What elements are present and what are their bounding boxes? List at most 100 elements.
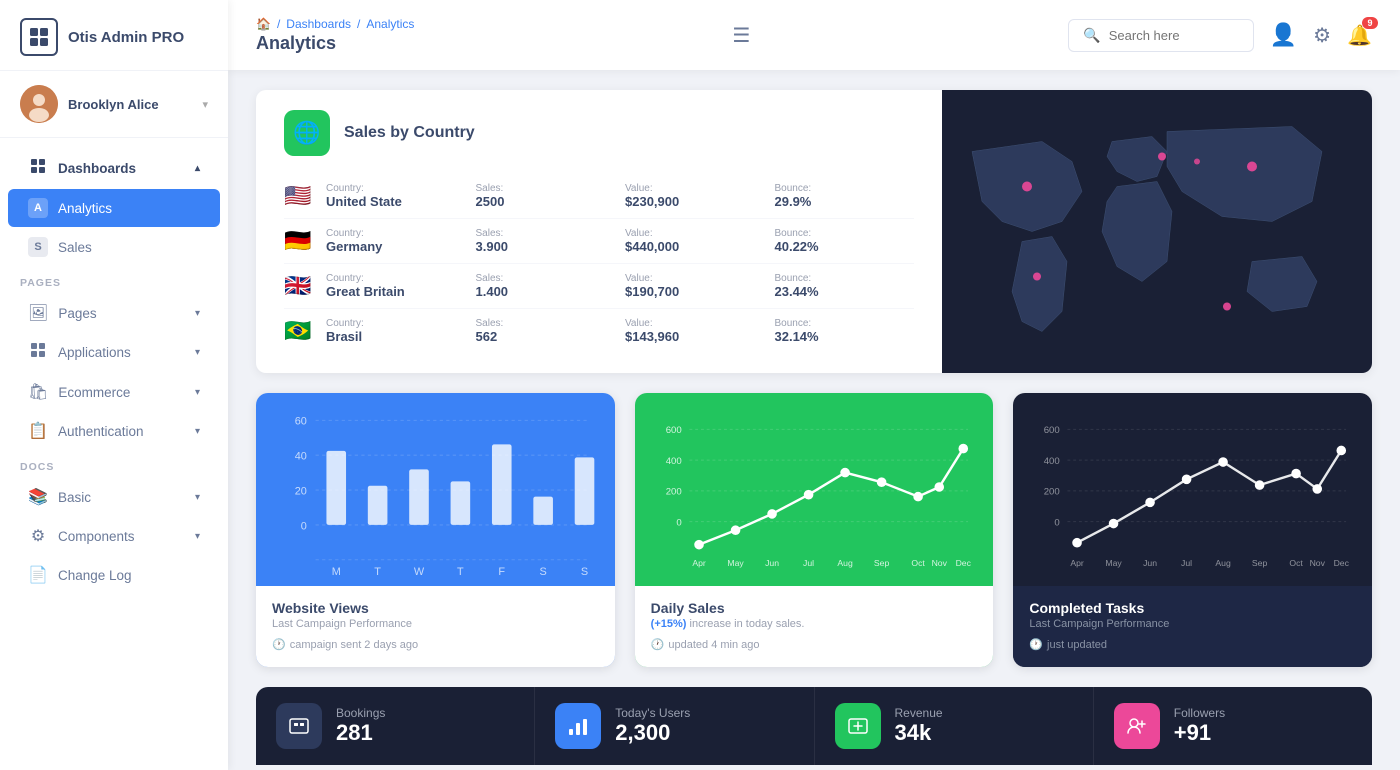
stat-text: Followers +91 xyxy=(1174,706,1225,746)
svg-text:60: 60 xyxy=(295,416,307,428)
svg-text:W: W xyxy=(414,566,425,578)
stats-row: Bookings 281 Today's Users 2,300 xyxy=(256,687,1372,765)
svg-text:0: 0 xyxy=(301,520,307,532)
search-input[interactable] xyxy=(1109,28,1239,43)
sales-table-section: 🌐 Sales by Country 🇺🇸 Country: United St… xyxy=(256,90,942,373)
svg-text:Nov: Nov xyxy=(931,558,947,568)
flag-gb: 🇬🇧 xyxy=(284,273,316,299)
chevron-down-icon: ▾ xyxy=(195,347,200,358)
stat-value: 2,300 xyxy=(615,720,690,746)
svg-text:600: 600 xyxy=(1044,425,1060,436)
notifications-button[interactable]: 🔔 9 xyxy=(1347,23,1372,48)
sales-col: Sales: 562 xyxy=(476,318,616,344)
stat-label: Bookings xyxy=(336,706,385,720)
flag-us: 🇺🇸 xyxy=(284,183,316,209)
stat-value: 34k xyxy=(895,720,943,746)
stat-text: Today's Users 2,300 xyxy=(615,706,690,746)
user-name: Brooklyn Alice xyxy=(68,97,192,112)
sidebar-item-basic[interactable]: 📚 Basic ▾ xyxy=(8,478,220,516)
daily-sales-card: 600 400 200 0 xyxy=(635,393,994,667)
sidebar-item-sales[interactable]: S Sales xyxy=(8,228,220,266)
section-label-docs: DOCS xyxy=(0,451,228,477)
section-label-pages: PAGES xyxy=(0,267,228,293)
sidebar-item-ecommerce[interactable]: 🛍 Ecommerce ▾ xyxy=(8,373,220,411)
sidebar-item-pages[interactable]: 🖼 Pages ▾ xyxy=(8,294,220,332)
charts-row: 60 40 20 0 M T xyxy=(256,393,1372,667)
user-icon-button[interactable]: 👤 xyxy=(1270,22,1297,48)
stat-followers: Followers +91 xyxy=(1094,687,1372,765)
stat-label: Today's Users xyxy=(615,706,690,720)
components-icon: ⚙ xyxy=(28,526,48,546)
header-center: ☰ xyxy=(732,23,750,48)
svg-text:Jun: Jun xyxy=(765,558,779,568)
sales-letter: S xyxy=(28,237,48,257)
chevron-up-icon: ▴ xyxy=(195,163,200,174)
chart-time: 🕐 updated 4 min ago xyxy=(651,638,978,651)
bounce-col: Bounce: 32.14% xyxy=(775,318,915,344)
svg-text:200: 200 xyxy=(665,487,681,498)
country-col: Country: Brasil xyxy=(326,318,466,344)
sidebar-item-label: Applications xyxy=(58,345,131,360)
ecommerce-icon: 🛍 xyxy=(28,382,48,402)
value-col: Value: $143,960 xyxy=(625,318,765,344)
sidebar-item-analytics[interactable]: A Analytics xyxy=(8,189,220,227)
sidebar: Otis Admin PRO Brooklyn Alice ▾ Das xyxy=(0,0,228,770)
sales-col: Sales: 1.400 xyxy=(476,273,616,299)
chart-info: Completed Tasks Last Campaign Performanc… xyxy=(1013,586,1372,667)
svg-text:0: 0 xyxy=(676,517,681,528)
svg-text:400: 400 xyxy=(1044,456,1060,467)
breadcrumb: 🏠 / Dashboards / Analytics xyxy=(256,17,414,31)
svg-text:F: F xyxy=(498,566,505,578)
sidebar-item-changelog[interactable]: 📄 Change Log xyxy=(8,556,220,594)
stat-value: +91 xyxy=(1174,720,1225,746)
sidebar-item-label: Pages xyxy=(58,306,96,321)
sales-card-title: Sales by Country xyxy=(344,124,475,142)
chart-subtitle: Last Campaign Performance xyxy=(272,618,599,630)
search-box[interactable]: 🔍 xyxy=(1068,19,1253,52)
sidebar-item-label: Sales xyxy=(58,240,92,255)
header-left: 🏠 / Dashboards / Analytics Analytics xyxy=(256,17,414,54)
svg-text:Aug: Aug xyxy=(837,558,853,568)
menu-toggle-button[interactable]: ☰ xyxy=(732,23,750,48)
app-name: Otis Admin PRO xyxy=(68,29,184,46)
users-chart-icon xyxy=(555,703,601,749)
sidebar-item-authentication[interactable]: 📋 Authentication ▾ xyxy=(8,412,220,450)
main-area: 🏠 / Dashboards / Analytics Analytics ☰ 🔍… xyxy=(228,0,1400,770)
value-col: Value: $440,000 xyxy=(625,228,765,254)
svg-text:Sep: Sep xyxy=(1252,558,1268,568)
sales-row: 🇺🇸 Country: United State Sales: 2500 Val… xyxy=(284,174,914,219)
svg-text:20: 20 xyxy=(295,485,307,497)
grid-icon xyxy=(28,158,48,179)
notification-badge: 9 xyxy=(1362,17,1378,29)
sales-row: 🇬🇧 Country: Great Britain Sales: 1.400 V… xyxy=(284,264,914,309)
website-views-card: 60 40 20 0 M T xyxy=(256,393,615,667)
chevron-down-icon: ▾ xyxy=(202,98,208,111)
svg-text:Nov: Nov xyxy=(1310,558,1326,568)
sidebar-logo: Otis Admin PRO xyxy=(0,0,228,71)
page-title: Analytics xyxy=(256,33,414,54)
svg-text:M: M xyxy=(332,566,341,578)
settings-icon-button[interactable]: ⚙ xyxy=(1313,23,1331,48)
logo-icon xyxy=(20,18,58,56)
stat-bookings: Bookings 281 xyxy=(256,687,535,765)
chevron-down-icon: ▾ xyxy=(195,308,200,319)
svg-text:Apr: Apr xyxy=(1071,558,1085,568)
flag-de: 🇩🇪 xyxy=(284,228,316,254)
sidebar-item-components[interactable]: ⚙ Components ▾ xyxy=(8,517,220,555)
sidebar-item-label: Components xyxy=(58,529,135,544)
sales-table: 🇺🇸 Country: United State Sales: 2500 Val… xyxy=(284,174,914,353)
sidebar-item-applications[interactable]: Applications ▾ xyxy=(8,333,220,372)
followers-icon xyxy=(1114,703,1160,749)
chevron-down-icon: ▾ xyxy=(195,492,200,503)
stat-text: Revenue 34k xyxy=(895,706,943,746)
value-col: Value: $190,700 xyxy=(625,273,765,299)
sidebar-nav: Dashboards ▴ A Analytics S Sales PAGES 🖼… xyxy=(0,138,228,770)
content-area: 🌐 Sales by Country 🇺🇸 Country: United St… xyxy=(228,70,1400,770)
sidebar-item-dashboards[interactable]: Dashboards ▴ xyxy=(8,149,220,188)
avatar xyxy=(20,85,58,123)
sales-card-header: 🌐 Sales by Country xyxy=(284,110,914,156)
svg-text:T: T xyxy=(374,566,381,578)
pages-icon: 🖼 xyxy=(28,303,48,323)
user-profile[interactable]: Brooklyn Alice ▾ xyxy=(0,71,228,138)
svg-text:200: 200 xyxy=(1044,487,1060,498)
